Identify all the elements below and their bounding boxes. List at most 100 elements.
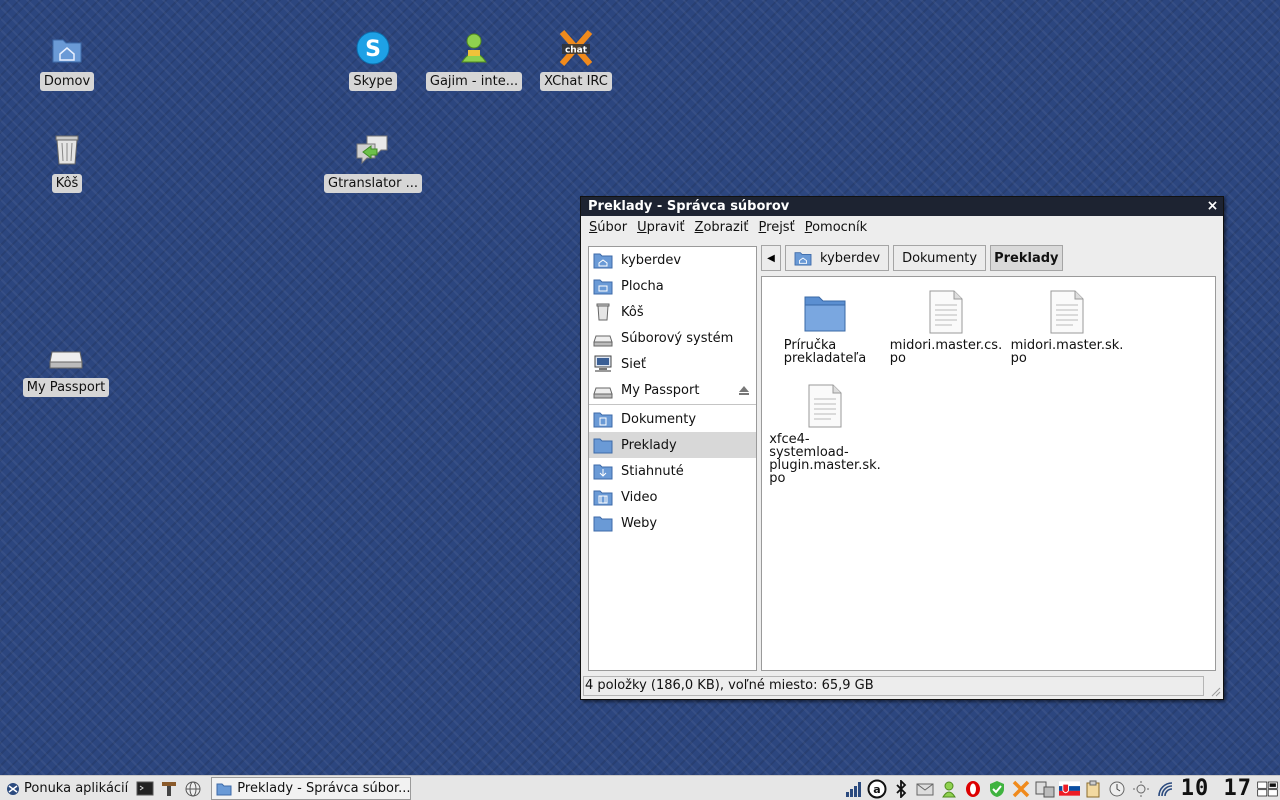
sidebar-separator [589,404,756,405]
desktop-icon-gtranslator[interactable]: Gtranslator ... [318,130,428,197]
mail-icon[interactable] [915,778,936,799]
system-tray: a 10 17 [843,777,1280,800]
desktop-icon-label: Gajim - inte... [425,72,523,91]
devices-icon[interactable] [1035,778,1056,799]
slovak-flag-icon[interactable] [1058,778,1080,799]
window-title: Preklady - Správca súborov [588,199,790,214]
home-folder-icon [794,252,812,266]
status-bar: 4 položky (186,0 KB), voľné miesto: 65,9… [583,676,1204,696]
drive-icon [49,351,83,369]
menu-help[interactable]: Pomocník [800,220,873,235]
desktop-icon-label: My Passport [22,378,110,397]
path-bar: ◀ kyberdev Dokumenty Preklady [761,245,1063,271]
folder-icon [593,438,613,454]
sidebar-item-label: Súborový systém [621,330,734,346]
sidebar-item-desktop[interactable]: Plocha [589,273,756,299]
sidebar-item-documents[interactable]: Dokumenty [589,406,756,432]
sidebar-item-weby[interactable]: Weby [589,510,756,536]
path-back-button[interactable]: ◀ [761,245,781,271]
file-item-document[interactable]: midori.master.cs. po [887,289,1005,366]
svg-text:chat: chat [565,46,588,56]
at-sign-icon[interactable]: a [867,778,888,799]
desktop-icon-label: Gtranslator ... [324,174,422,193]
brightness-icon[interactable] [1131,778,1152,799]
menubar: Súbor Upraviť Zobraziť Prejsť Pomocník [581,216,1223,238]
applications-menu-button[interactable]: Ponuka aplikácií [0,776,133,800]
sidebar-item-network[interactable]: Sieť [589,351,756,377]
desktop-icon-label: XChat IRC [540,72,612,91]
menu-view[interactable]: Zobraziť [690,220,754,235]
svg-text:a: a [874,783,881,796]
desktop-icon-label: Skype [349,72,397,91]
launcher-terminal[interactable] [135,779,155,799]
workspace-switcher-icon[interactable] [1257,778,1278,799]
task-button-label: Preklady - Správca súbor... [237,781,411,796]
window-titlebar[interactable]: Preklady - Správca súborov × [581,197,1223,216]
shield-check-icon[interactable] [987,778,1008,799]
desktop-icon-xchat[interactable]: chat XChat IRC [521,28,631,95]
sidebar-item-filesystem[interactable]: Súborový systém [589,325,756,351]
sidebar-item-preklady[interactable]: Preklady [589,432,756,458]
task-button-file-manager[interactable]: Preklady - Správca súbor... [211,777,412,800]
opera-icon[interactable] [963,778,984,799]
applications-menu-label: Ponuka aplikácií [24,781,129,796]
taskbar-clock[interactable]: 10 17 [1181,777,1252,800]
home-folder-icon [52,39,82,63]
launcher-web-browser[interactable] [183,779,203,799]
file-name: midori.master.cs. po [889,338,1003,366]
close-icon[interactable]: × [1205,199,1220,214]
sidebar-item-downloads[interactable]: Stiahnuté [589,458,756,484]
clipboard-icon[interactable] [1083,778,1104,799]
file-view: Príručka prekladateľa midori.master.cs. po… [761,276,1216,671]
trash-icon [596,303,610,321]
side-pane: kyberdev Plocha Kôš Súborový systém Sieť… [588,246,757,671]
wifi-icon[interactable] [1155,778,1176,799]
menu-edit[interactable]: Upraviť [632,220,689,235]
sidebar-item-label: kyberdev [621,252,682,268]
launcher-file-manager[interactable] [159,779,179,799]
xfce-mouse-icon [7,782,19,795]
folder-icon [216,783,232,795]
menu-go[interactable]: Prejsť [754,220,800,235]
video-folder-icon [593,490,613,506]
path-crumb-documents[interactable]: Dokumenty [893,245,987,271]
sidebar-item-home[interactable]: kyberdev [589,247,756,273]
path-crumb-label: Preklady [994,250,1059,266]
xchat-icon: chat [559,30,593,66]
desktop-icon-my-passport[interactable]: My Passport [11,334,121,401]
clock-icon[interactable] [1107,778,1128,799]
file-manager-window: Preklady - Správca súborov × Súbor Uprav… [580,196,1224,700]
desktop-icon-skype[interactable]: S Skype [318,28,428,95]
terminal-icon [136,781,154,795]
sidebar-item-label: Kôš [621,304,644,320]
drive-icon [593,335,613,347]
desktop-icon-gajim[interactable]: Gajim - inte... [419,28,529,95]
gajim-tray-icon[interactable] [939,778,960,799]
path-crumb-label: Dokumenty [902,250,978,266]
taskbar: Ponuka aplikácií Preklady - Správca súbo… [0,775,1280,800]
resize-grip-icon[interactable] [1209,685,1221,697]
network-signal-icon[interactable] [843,778,864,799]
sidebar-item-trash[interactable]: Kôš [589,299,756,325]
menu-file[interactable]: Súbor [584,220,632,235]
file-item-document[interactable]: midori.master.sk. po [1008,289,1126,366]
file-item-folder[interactable]: Príručka prekladateľa [766,289,884,366]
path-crumb-home[interactable]: kyberdev [785,245,890,271]
sidebar-item-label: Sieť [621,356,646,372]
sidebar-item-my-passport[interactable]: My Passport [589,377,756,403]
desktop-icon-trash[interactable]: Kôš [12,130,122,197]
desktop-icon-home[interactable]: Domov [12,28,122,95]
globe-icon [185,781,201,796]
eject-icon[interactable] [738,385,750,396]
file-item-document[interactable]: xfce4- systemload-plugin.master.sk. po [766,383,884,486]
path-crumb-current[interactable]: Preklady [990,245,1063,271]
xchat-tray-icon[interactable] [1011,778,1032,799]
folder-icon [804,296,846,332]
folder-icon [593,516,613,532]
svg-text:S: S [365,37,381,62]
path-crumb-label: kyberdev [820,250,881,266]
sidebar-item-video[interactable]: Video [589,484,756,510]
desktop-icon-label: Domov [39,72,95,91]
sidebar-item-label: Stiahnuté [621,463,684,479]
bluetooth-icon[interactable] [891,778,912,799]
